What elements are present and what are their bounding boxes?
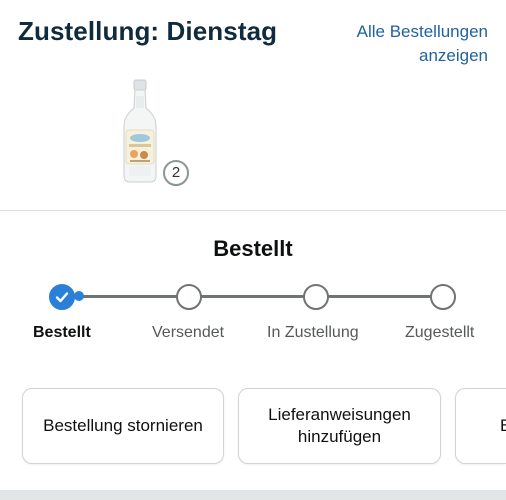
section-divider [0, 210, 506, 211]
delivery-header: Zustellung: Dienstag Alle Bestellungen a… [0, 0, 506, 210]
progress-tracker: Bestellt Versendet In Zustellung Zugeste… [0, 280, 506, 350]
view-all-orders-line1: Alle Bestellungen [356, 22, 488, 41]
step-label-bestellt: Bestellt [33, 324, 91, 341]
check-icon [55, 292, 69, 303]
step-dot-versendet [176, 284, 202, 310]
step-dot-zugestellt [430, 284, 456, 310]
cancel-order-label: Bestellung stornieren [43, 416, 203, 435]
delivery-title: Zustellung: Dienstag [18, 16, 278, 46]
delivery-instructions-label-line1: Lieferanweisungen [268, 405, 411, 424]
third-action-button[interactable]: B [455, 388, 506, 464]
quantity-badge: 2 [163, 160, 189, 186]
bottle-image [123, 79, 157, 183]
order-status-heading: Bestellt [213, 236, 293, 261]
progress-head-dot [74, 291, 84, 301]
step-dot-in-zustellung [303, 284, 329, 310]
bottom-section-edge [0, 490, 506, 500]
third-action-label: B [500, 415, 506, 437]
view-all-orders-link[interactable]: Alle Bestellungen anzeigen [318, 20, 488, 68]
order-actions: Bestellung stornieren Lieferanweisungen … [0, 388, 506, 468]
step-label-zugestellt: Zugestellt [405, 324, 475, 341]
step-dot-bestellt [49, 284, 75, 310]
progress-line-inactive [62, 295, 443, 298]
view-all-orders-line2: anzeigen [418, 46, 488, 65]
delivery-instructions-label-line2: hinzufügen [297, 427, 382, 446]
add-delivery-instructions-button[interactable]: Lieferanweisungen hinzufügen [238, 388, 441, 464]
cancel-order-button[interactable]: Bestellung stornieren [22, 388, 224, 464]
step-label-in-zustellung: In Zustellung [267, 324, 359, 341]
step-label-versendet: Versendet [152, 324, 225, 341]
